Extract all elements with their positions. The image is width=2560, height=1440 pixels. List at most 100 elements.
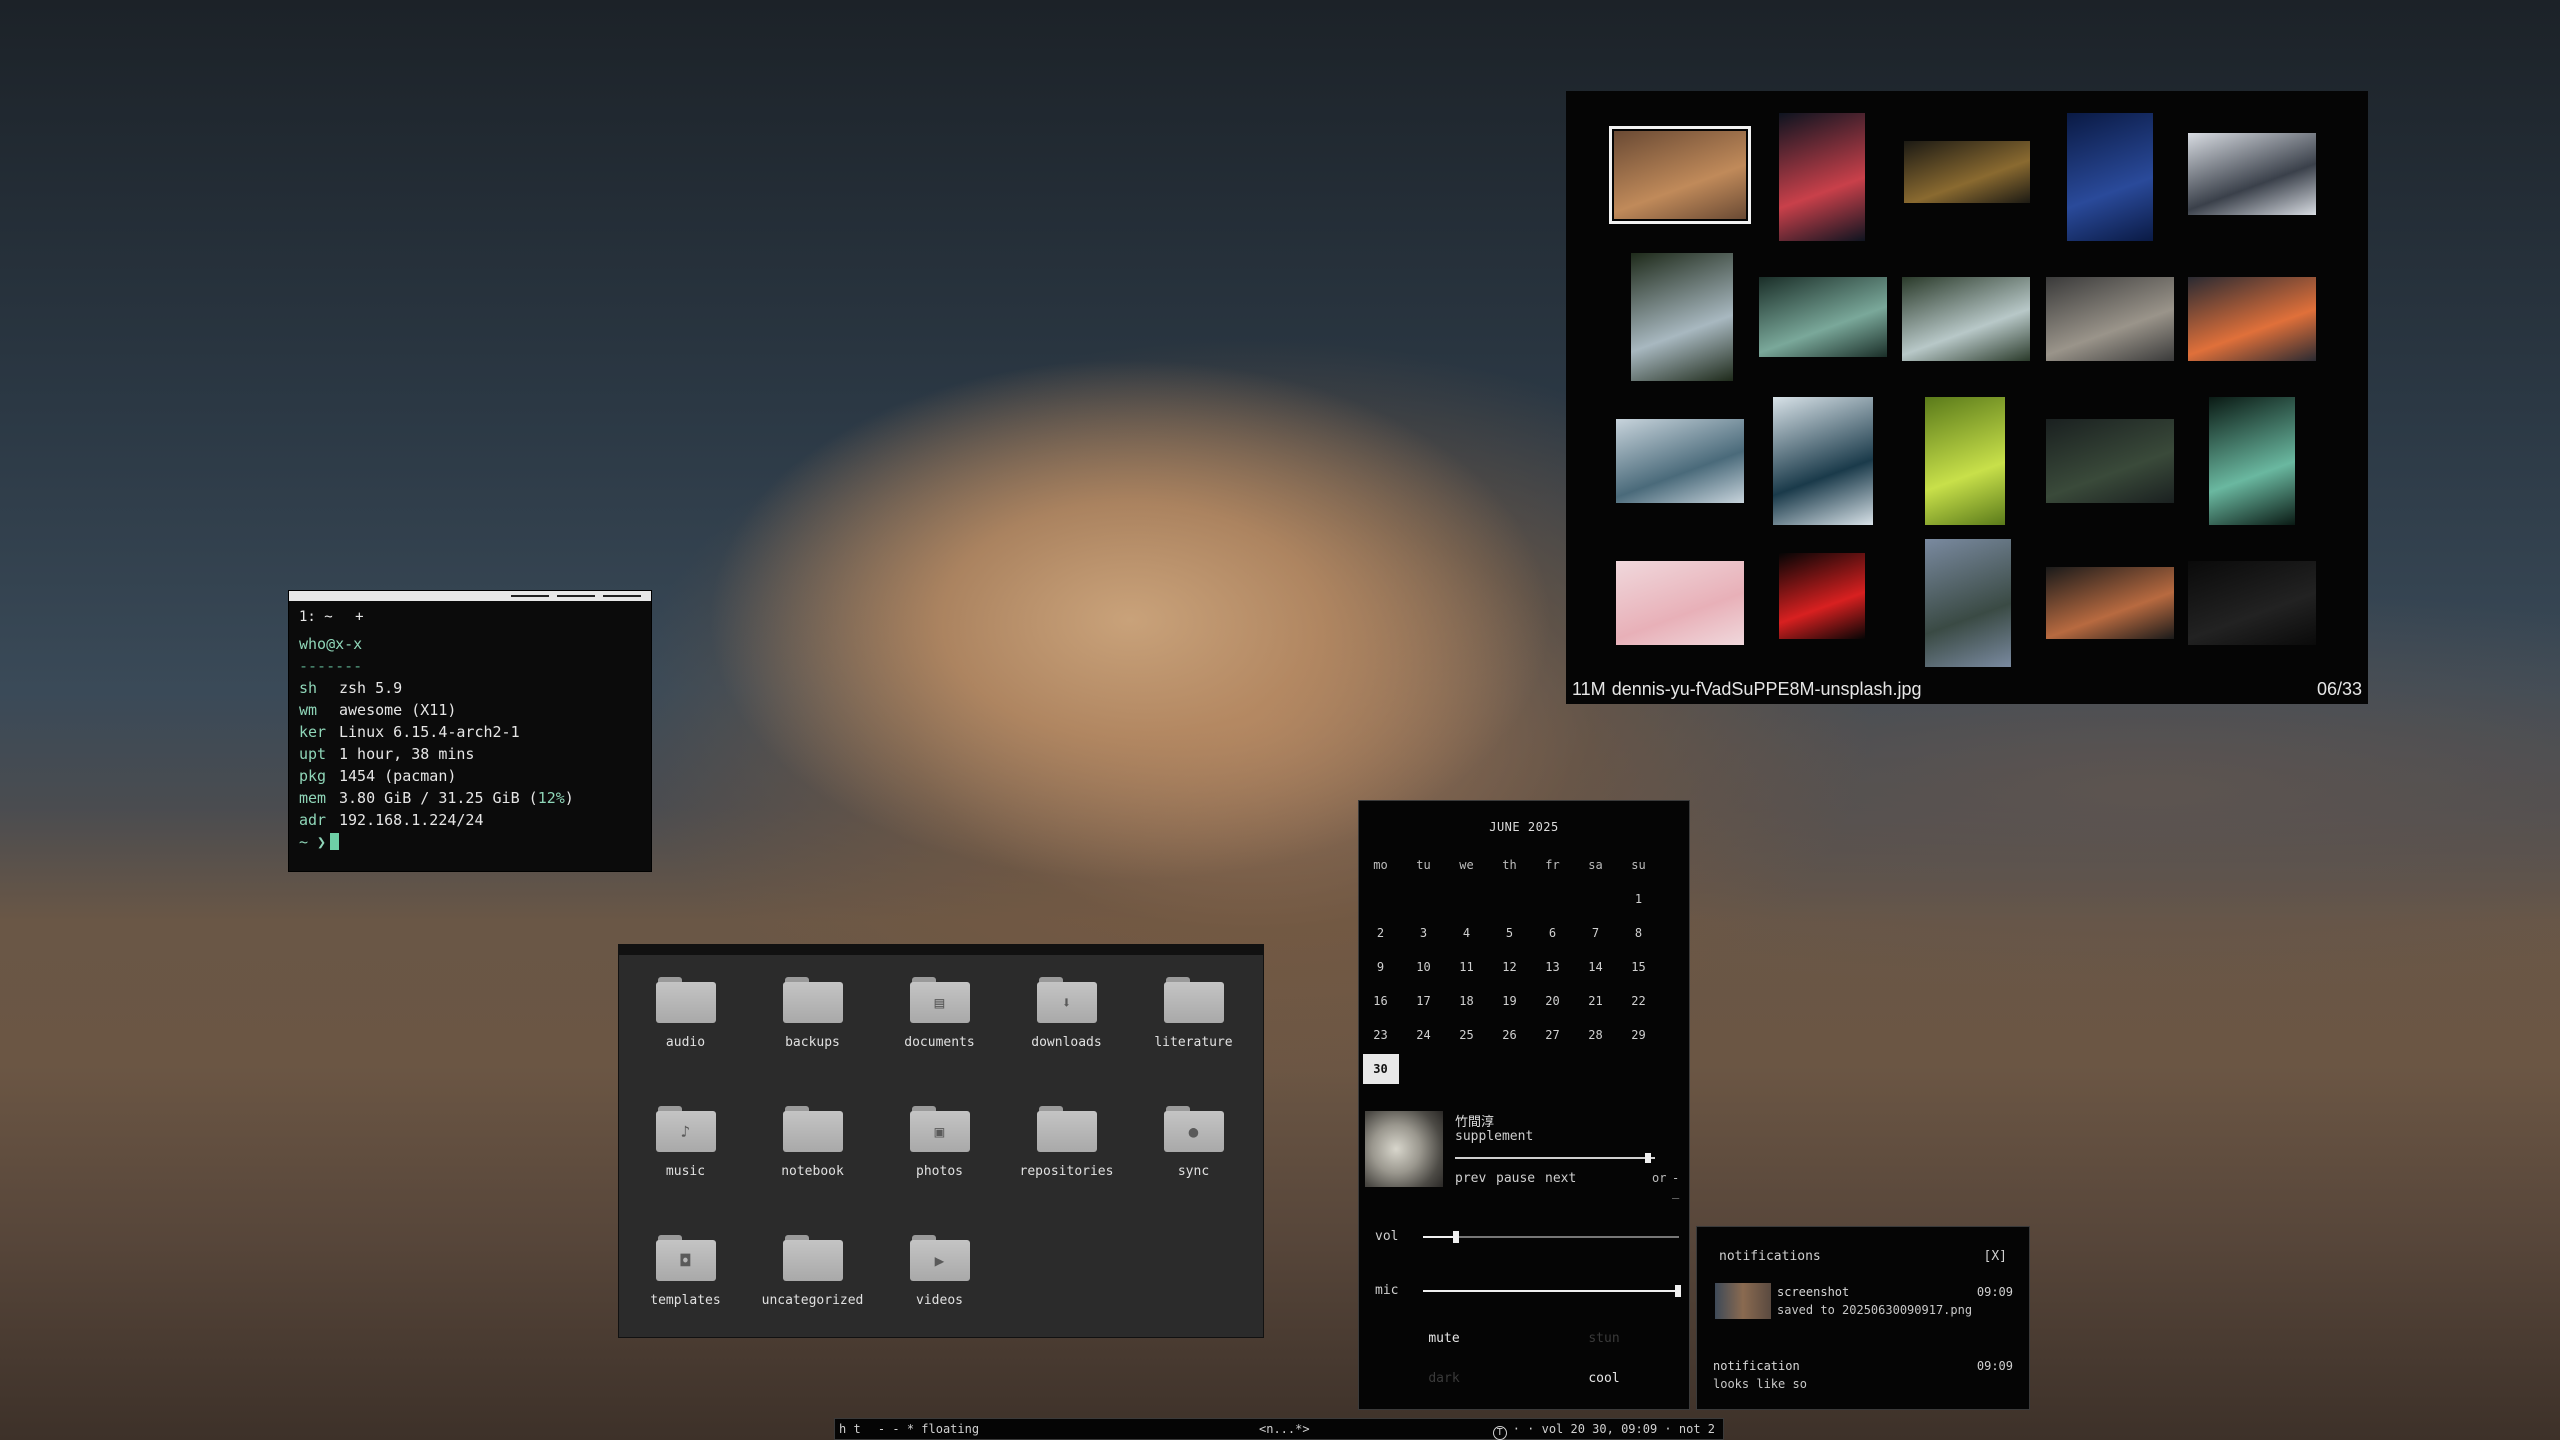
folder-repositories[interactable]: repositories: [1003, 1106, 1130, 1235]
workspace-area: h t - - * floating: [839, 1422, 979, 1436]
volume-track[interactable]: [1423, 1236, 1679, 1238]
sysinfo-key: sh: [299, 679, 318, 697]
prev-button[interactable]: prev: [1455, 1171, 1486, 1186]
calendar-day[interactable]: 18: [1445, 984, 1488, 1018]
image-thumbnail[interactable]: [2188, 133, 2316, 215]
image-thumbnail[interactable]: [1779, 113, 1865, 241]
calendar-day[interactable]: 1: [1617, 882, 1660, 916]
shell-prompt[interactable]: ~ ❯: [299, 831, 641, 853]
volume-handle[interactable]: [1453, 1231, 1460, 1243]
layout-indicator[interactable]: - - * floating: [878, 1422, 979, 1436]
calendar-day[interactable]: 5: [1488, 916, 1531, 950]
image-thumbnail[interactable]: [2188, 561, 2316, 645]
calendar-day[interactable]: 20: [1531, 984, 1574, 1018]
calendar-day[interactable]: 12: [1488, 950, 1531, 984]
folder-photos[interactable]: ▣ photos: [876, 1106, 1003, 1235]
calendar-day[interactable]: 4: [1445, 916, 1488, 950]
file-manager-titlebar[interactable]: [619, 945, 1263, 955]
calendar-day[interactable]: 14: [1574, 950, 1617, 984]
folder-uncategorized[interactable]: uncategorized: [749, 1235, 876, 1364]
music-player: 竹間淳 supplement prev pause next or -_: [1365, 1109, 1685, 1199]
folder-music[interactable]: ♪ music: [622, 1106, 749, 1235]
image-thumbnail[interactable]: [2046, 567, 2174, 639]
terminal-titlebar[interactable]: [289, 591, 651, 601]
image-thumbnail[interactable]: [1773, 397, 1873, 525]
folder-audio[interactable]: audio: [622, 977, 749, 1106]
folder-downloads[interactable]: ⬇ downloads: [1003, 977, 1130, 1106]
image-thumbnail[interactable]: [1759, 277, 1887, 357]
image-thumbnail[interactable]: [2188, 277, 2316, 361]
calendar-day[interactable]: 28: [1574, 1018, 1617, 1052]
calendar-day[interactable]: 10: [1402, 950, 1445, 984]
image-thumbnail[interactable]: [1631, 253, 1733, 381]
calendar-day[interactable]: 16: [1359, 984, 1402, 1018]
next-button[interactable]: next: [1545, 1171, 1576, 1186]
new-tab-button[interactable]: +: [355, 609, 363, 625]
close-notifications-button[interactable]: [X]: [1984, 1249, 2007, 1264]
image-thumbnail[interactable]: [1779, 553, 1865, 639]
workspace-tags[interactable]: h t: [839, 1422, 861, 1436]
separator: -------: [299, 657, 363, 675]
calendar-day[interactable]: 15: [1617, 950, 1660, 984]
image-thumbnail[interactable]: [1925, 539, 2011, 667]
dark-toggle[interactable]: dark: [1389, 1371, 1499, 1386]
calendar-day[interactable]: 7: [1574, 916, 1617, 950]
mic-slider[interactable]: mic: [1375, 1281, 1681, 1301]
calendar-day[interactable]: 29: [1617, 1018, 1660, 1052]
folder-backups[interactable]: backups: [749, 977, 876, 1106]
titlebar-button[interactable]: [511, 595, 549, 597]
folder-notebook[interactable]: notebook: [749, 1106, 876, 1235]
volume-slider[interactable]: vol: [1375, 1227, 1679, 1247]
calendar-day[interactable]: 21: [1574, 984, 1617, 1018]
folder-videos[interactable]: ▶ videos: [876, 1235, 1003, 1364]
image-viewer-window[interactable]: 11M dennis-yu-fVadSuPPE8M-unsplash.jpg 0…: [1566, 91, 2368, 704]
mic-fill: [1423, 1290, 1679, 1292]
terminal-tab[interactable]: 1: ~: [299, 609, 333, 625]
image-thumbnail[interactable]: [1904, 141, 2030, 203]
calendar-day[interactable]: 24: [1402, 1018, 1445, 1052]
calendar-day[interactable]: 22: [1617, 984, 1660, 1018]
file-manager-window[interactable]: audio backups ▤ documents ⬇ downloads literatu…: [618, 944, 1264, 1338]
titlebar-button[interactable]: [603, 595, 641, 597]
calendar-day[interactable]: 2: [1359, 916, 1402, 950]
stun-toggle[interactable]: stun: [1549, 1331, 1659, 1346]
image-thumbnail[interactable]: [2046, 277, 2174, 361]
track-progress-bar[interactable]: [1455, 1157, 1655, 1159]
calendar-day[interactable]: 23: [1359, 1018, 1402, 1052]
calendar-day[interactable]: 6: [1531, 916, 1574, 950]
image-thumbnail[interactable]: [1616, 561, 1744, 645]
folder-documents[interactable]: ▤ documents: [876, 977, 1003, 1106]
image-thumbnail[interactable]: [1609, 126, 1751, 224]
calendar-day[interactable]: 17: [1402, 984, 1445, 1018]
track-progress-handle[interactable]: [1645, 1153, 1651, 1163]
pause-button[interactable]: pause: [1496, 1171, 1535, 1186]
mic-handle[interactable]: [1675, 1285, 1681, 1297]
calendar-day[interactable]: 8: [1617, 916, 1660, 950]
image-thumbnail[interactable]: [1925, 397, 2005, 525]
image-thumbnail[interactable]: [1902, 277, 2030, 361]
image-thumbnail[interactable]: [2209, 397, 2295, 525]
image-thumbnail[interactable]: [2046, 419, 2174, 503]
clock-icon[interactable]: T: [1492, 1426, 1507, 1440]
calendar-day[interactable]: 27: [1531, 1018, 1574, 1052]
calendar-day[interactable]: 3: [1402, 916, 1445, 950]
mute-toggle[interactable]: mute: [1389, 1331, 1499, 1346]
player-more-button[interactable]: -_: [1672, 1171, 1685, 1199]
folder-sync[interactable]: ● sync: [1130, 1106, 1257, 1235]
folder-literature[interactable]: literature: [1130, 977, 1257, 1106]
cool-toggle[interactable]: cool: [1549, 1371, 1659, 1386]
calendar-day[interactable]: 11: [1445, 950, 1488, 984]
calendar-day[interactable]: 19: [1488, 984, 1531, 1018]
terminal-window[interactable]: 1: ~ + who@x-x ------- sh zsh 5.9 wm awesom…: [288, 590, 652, 872]
calendar-day[interactable]: 9: [1359, 950, 1402, 984]
screenshot-thumbnail: [1715, 1283, 1771, 1319]
titlebar-button[interactable]: [557, 595, 595, 597]
calendar-today[interactable]: 30: [1359, 1052, 1402, 1086]
calendar-day[interactable]: 26: [1488, 1018, 1531, 1052]
folder-templates[interactable]: ◘ templates: [622, 1235, 749, 1364]
image-thumbnail[interactable]: [2067, 113, 2153, 241]
calendar-day[interactable]: 13: [1531, 950, 1574, 984]
terminal-output[interactable]: who@x-x ------- sh zsh 5.9 wm awesome (X11)…: [289, 625, 651, 861]
calendar-day[interactable]: 25: [1445, 1018, 1488, 1052]
image-thumbnail[interactable]: [1616, 419, 1744, 503]
